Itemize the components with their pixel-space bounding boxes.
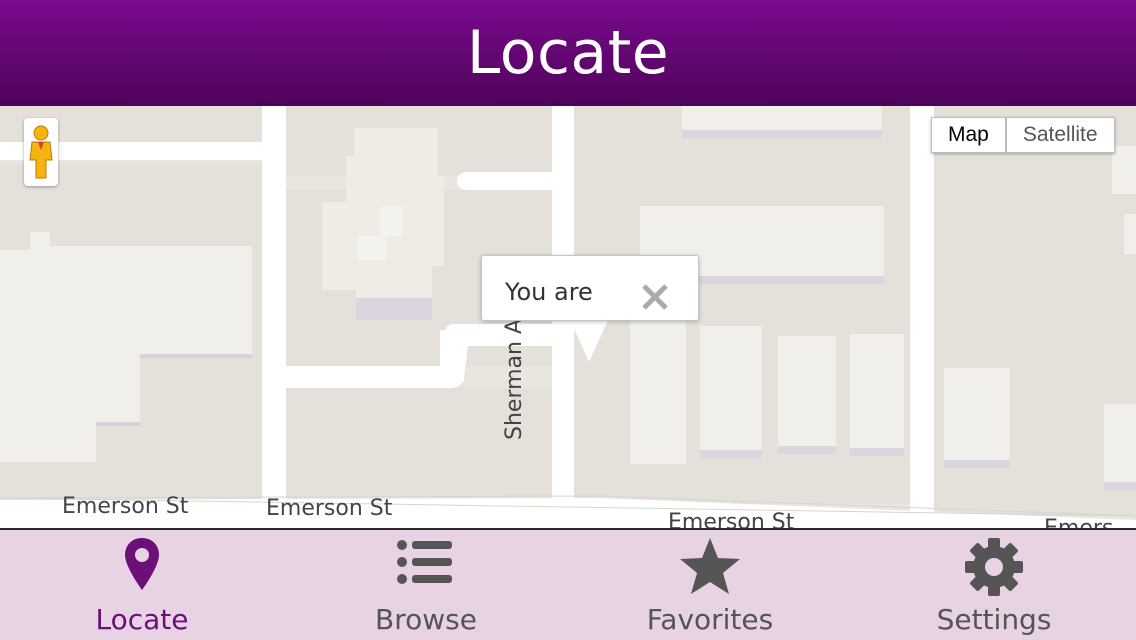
- map-type-control: Map Satellite: [931, 117, 1115, 153]
- info-bubble[interactable]: You are: [481, 255, 699, 321]
- map-type-satellite-button[interactable]: Satellite: [1005, 117, 1115, 153]
- info-bubble-text: You are: [505, 278, 593, 306]
- star-icon: [680, 538, 740, 594]
- street-view-pegman-button[interactable]: [24, 118, 58, 186]
- tab-favorites[interactable]: Favorites: [568, 530, 852, 640]
- tab-label: Settings: [936, 603, 1052, 636]
- list-icon: [397, 540, 452, 584]
- tab-settings[interactable]: Settings: [852, 530, 1136, 640]
- bottom-tab-bar: Locate Browse Favorites Settings: [0, 530, 1136, 640]
- pegman-icon: [29, 125, 53, 179]
- tab-label: Locate: [95, 603, 189, 636]
- map-type-map-button[interactable]: Map: [931, 117, 1006, 153]
- tab-browse[interactable]: Browse: [284, 530, 568, 640]
- street-label: Emerson St: [668, 510, 795, 528]
- map-pin-icon: [125, 538, 159, 590]
- tab-label: Favorites: [646, 603, 774, 636]
- tab-label: Browse: [375, 603, 477, 636]
- page-title: Locate: [466, 18, 670, 88]
- street-label: Emerson St: [62, 494, 189, 519]
- street-label: Emerson St: [266, 496, 393, 521]
- tab-locate[interactable]: Locate: [0, 530, 284, 640]
- street-label: Emers: [1044, 516, 1113, 528]
- gear-icon: [965, 538, 1023, 596]
- app-header: Locate: [0, 0, 1136, 106]
- close-icon[interactable]: [640, 282, 670, 312]
- info-bubble-tail: [569, 318, 609, 362]
